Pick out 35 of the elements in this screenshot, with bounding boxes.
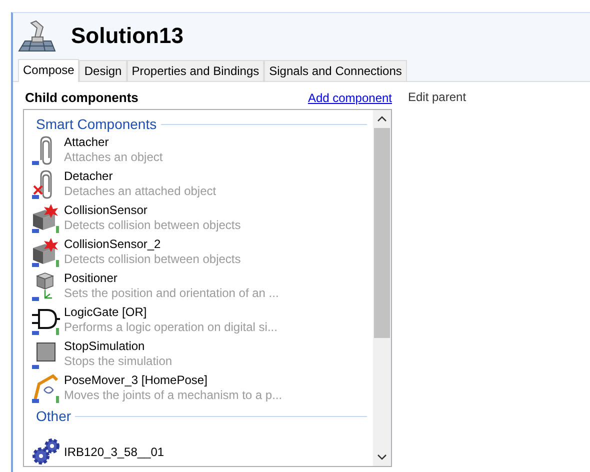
component-name[interactable]: Positioner bbox=[64, 271, 118, 286]
add-component-link[interactable]: Add component bbox=[308, 91, 392, 105]
component-description: Attaches an object bbox=[64, 150, 163, 165]
window-title: Solution13 bbox=[71, 22, 184, 48]
component-name[interactable]: PoseMover_3 [HomePose] bbox=[64, 373, 208, 388]
tab[interactable]: Properties and Bindings bbox=[126, 60, 264, 81]
group-title: Smart Components bbox=[36, 116, 157, 132]
scrollbar[interactable] bbox=[373, 110, 391, 466]
robot-arm-icon bbox=[31, 372, 61, 404]
component-name[interactable]: IRB120_3_58__01 bbox=[64, 445, 164, 460]
component-name[interactable]: Attacher bbox=[64, 135, 109, 150]
sensor-cube-icon bbox=[31, 236, 61, 268]
section-title: Child components bbox=[25, 90, 138, 105]
robot-station-icon bbox=[17, 18, 57, 52]
sensor-cube-icon bbox=[31, 202, 61, 234]
component-name[interactable]: StopSimulation bbox=[64, 339, 145, 354]
scroll-thumb[interactable] bbox=[374, 128, 390, 338]
component-name[interactable]: Detacher bbox=[64, 169, 113, 184]
component-description: Moves the joints of a mechanism to a p... bbox=[64, 388, 282, 403]
component-name[interactable]: LogicGate [OR] bbox=[64, 305, 147, 320]
component-description: Detaches an attached object bbox=[64, 184, 216, 199]
scroll-down-icon[interactable] bbox=[377, 454, 387, 460]
component-description: Performs a logic operation on digital si... bbox=[64, 320, 278, 335]
edit-parent-link[interactable]: Edit parent bbox=[408, 90, 466, 104]
tab[interactable]: Compose bbox=[18, 59, 80, 82]
component-description: Stops the simulation bbox=[64, 354, 172, 369]
scroll-up-icon[interactable] bbox=[377, 116, 387, 122]
component-name[interactable]: CollisionSensor_2 bbox=[64, 237, 161, 252]
group-title: Other bbox=[36, 408, 72, 424]
component-description: Detects collision between objects bbox=[64, 218, 241, 233]
tab[interactable]: Design bbox=[79, 60, 127, 81]
component-description: Sets the position and orientation of an ... bbox=[64, 286, 279, 301]
component-name[interactable]: CollisionSensor bbox=[64, 203, 148, 218]
tab[interactable]: Signals and Connections bbox=[264, 60, 407, 81]
component-description: Detects collision between objects bbox=[64, 252, 241, 267]
